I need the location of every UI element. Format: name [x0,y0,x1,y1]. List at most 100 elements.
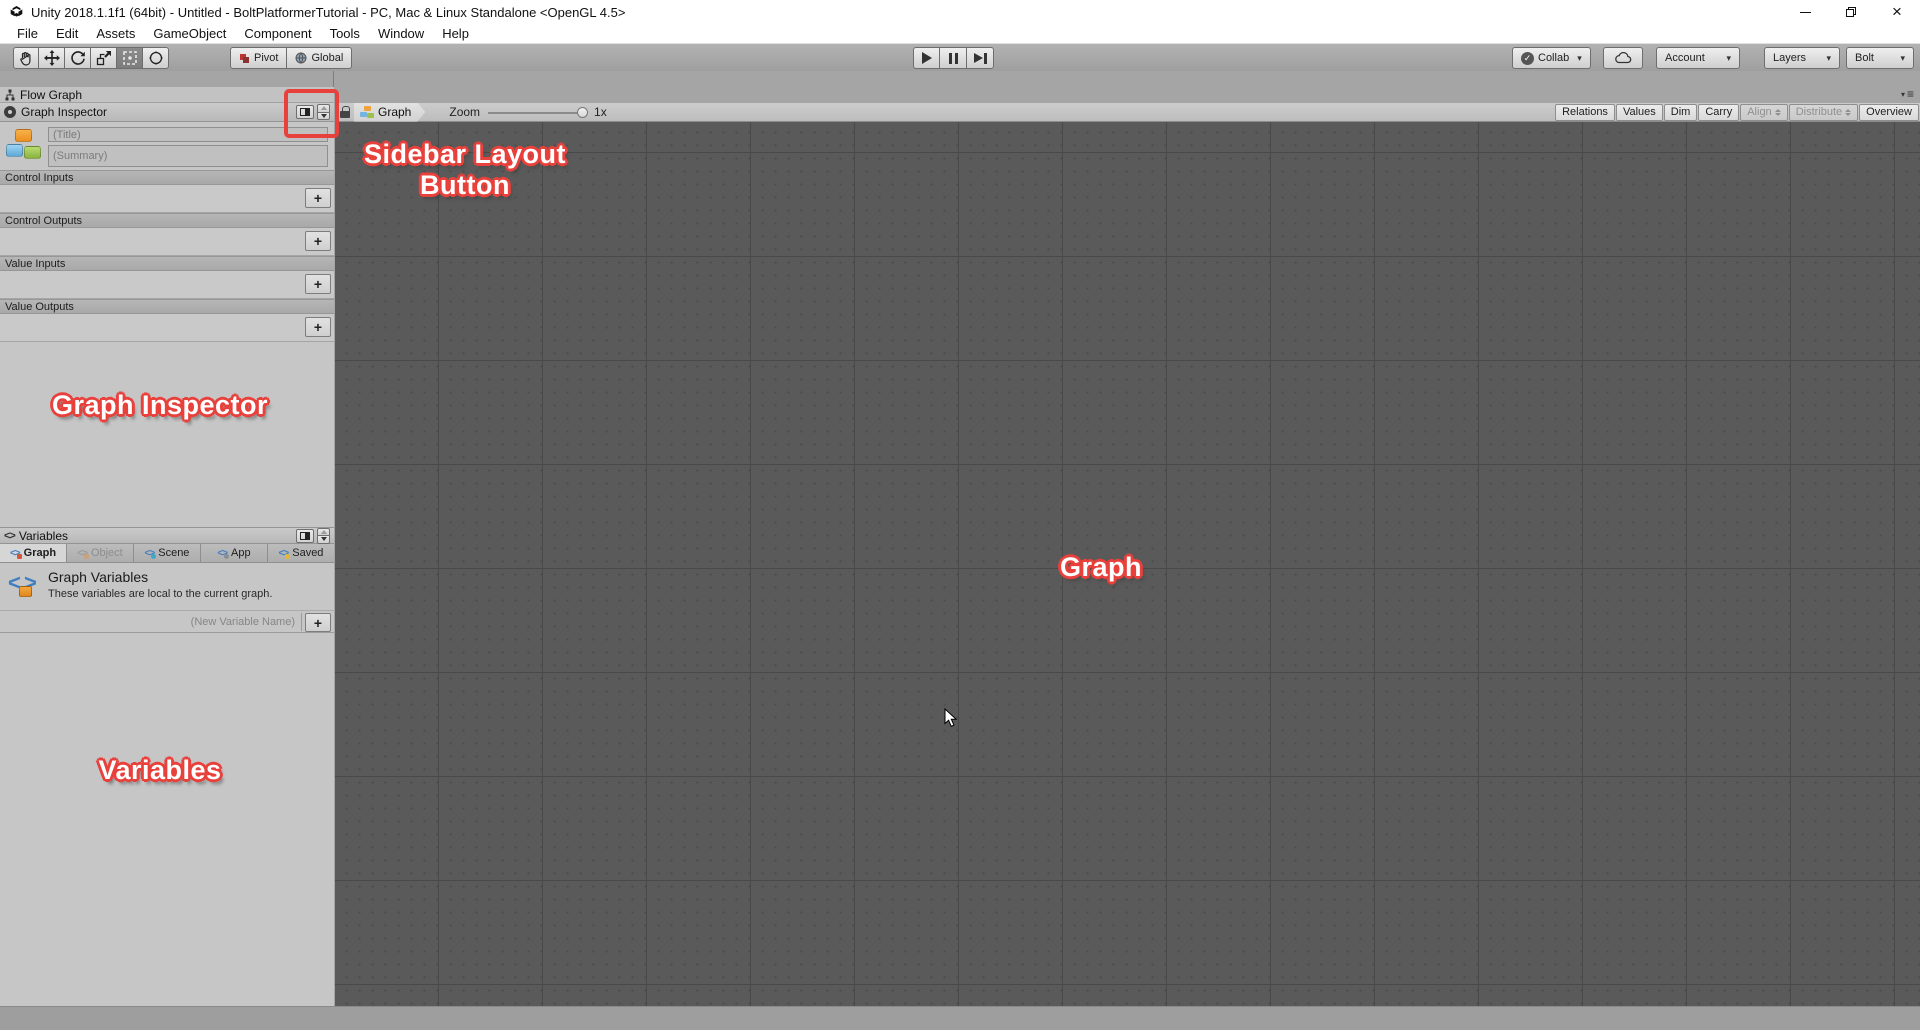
tab-object-variables: <> Object [67,544,134,562]
collab-label: Collab [1538,52,1570,64]
unity-logo-icon [10,5,23,17]
graph-variables-tab-icon: <> [9,547,22,559]
menu-help[interactable]: Help [433,24,478,43]
menu-assets[interactable]: Assets [87,24,144,43]
sidebar: Flow Graph Graph Inspector Control Input [0,71,334,1006]
relations-button[interactable]: Relations [1555,103,1615,121]
minimize-button[interactable] [1782,0,1828,24]
menu-file[interactable]: File [8,24,47,43]
layers-caret-icon: ▾ [1826,52,1831,63]
flow-graph-asset-icon [5,128,43,164]
value-inputs-row: + [0,271,334,299]
graph-pane: ▾ ≡ Graph Zoom 1x Relations Values Dim C… [335,71,1920,1006]
collab-caret-icon: ▾ [1577,52,1582,63]
pivot-toggle-button[interactable]: Pivot [230,47,288,69]
cloud-icon [1615,52,1632,64]
align-updown-icon [1774,108,1781,116]
step-button[interactable] [967,47,994,69]
graph-variables-info-desc: These variables are local to the current… [48,588,273,600]
scale-tool-button[interactable] [91,47,117,69]
zoom-slider-track [488,111,581,114]
restore-button[interactable] [1828,0,1874,24]
move-icon [43,50,60,66]
zoom-label: Zoom [449,105,481,119]
restore-icon [1846,7,1856,17]
mouse-cursor [944,708,958,727]
pause-button[interactable] [940,47,967,69]
breadcrumb-graph[interactable]: Graph [354,103,425,122]
flow-graph-icon [5,89,15,100]
rotate-icon [70,51,85,65]
rotate-tool-button[interactable] [65,47,91,69]
graph-toolbar: Graph Zoom 1x Relations Values Dim Carry… [335,103,1920,122]
transform-tool-button[interactable] [143,47,169,69]
zoom-slider[interactable] [488,103,589,122]
values-button[interactable]: Values [1615,103,1663,121]
menu-tools[interactable]: Tools [321,24,369,43]
hand-icon [20,51,31,66]
pivot-icon [240,53,249,63]
graph-summary-input[interactable] [48,145,328,167]
tab-app-variables[interactable]: <> App [201,544,268,562]
add-value-output-button[interactable]: + [305,317,331,337]
annotation-box-sidebar-layout [284,89,339,138]
variables-spinner-up-icon[interactable] [317,527,330,535]
menu-edit[interactable]: Edit [47,24,87,43]
scale-icon [96,51,111,66]
breadcrumb-graph-icon [360,106,374,119]
hand-tool-button[interactable] [13,47,39,69]
zoom-slider-knob[interactable] [577,106,589,118]
carry-button[interactable]: Carry [1698,103,1740,121]
tab-saved-variables[interactable]: <> Saved [268,544,334,562]
close-button[interactable]: × [1874,0,1920,24]
add-variable-button[interactable]: + [305,613,331,632]
add-control-input-button[interactable]: + [305,188,331,208]
menu-window[interactable]: Window [369,24,433,43]
lock-icon[interactable] [340,106,350,118]
title-bar: Unity 2018.1.1f1 (64bit) - Untitled - Bo… [0,0,1920,24]
menu-bar: File Edit Assets GameObject Component To… [0,24,1920,44]
workspace: Flow Graph Graph Inspector Control Input [0,71,1920,1006]
menu-gameobject[interactable]: GameObject [144,24,235,43]
variables-layout-button[interactable] [296,528,314,543]
overview-button[interactable]: Overview [1859,103,1919,121]
rect-tool-icon [122,51,137,65]
dim-button[interactable]: Dim [1663,103,1698,121]
layers-dropdown[interactable]: Layers ▾ [1764,47,1840,69]
play-button[interactable] [913,47,940,69]
distribute-updown-icon [1845,108,1852,116]
control-outputs-row: + [0,228,334,256]
global-label: Global [311,52,344,64]
add-value-input-button[interactable]: + [305,274,331,294]
variables-spinner-down-icon[interactable] [317,535,330,544]
rect-tool-button[interactable] [117,47,143,69]
graph-inspector-title: Graph Inspector [21,105,108,119]
object-variables-tab-icon: <> [77,547,89,559]
annotation-variables: Variables [98,755,222,785]
pause-icon [948,52,958,64]
status-bar [0,1006,1920,1030]
new-variable-name-input[interactable] [0,613,302,631]
step-icon [973,52,987,64]
main-toolbar: Pivot Global ✓ Collab ▾ Account ▾ Layers… [0,44,1920,71]
app-variables-tab-icon: <> [217,547,230,559]
layout-dropdown[interactable]: Bolt ▾ [1846,47,1914,69]
account-dropdown[interactable]: Account ▾ [1656,47,1740,69]
scene-variables-tab-icon: <> [144,547,157,559]
tab-graph-variables[interactable]: <> Graph [0,544,67,562]
tab-scene-variables[interactable]: <> Scene [134,544,201,562]
close-icon: × [1892,2,1902,21]
global-toggle-button[interactable]: Global [287,47,353,69]
graph-inspector-icon [4,106,16,118]
section-value-inputs: Value Inputs [0,256,334,271]
add-control-output-button[interactable]: + [305,231,331,251]
menu-component[interactable]: Component [235,24,320,43]
cloud-button[interactable] [1603,47,1643,69]
collab-dropdown[interactable]: ✓ Collab ▾ [1512,47,1591,69]
pane-menu-button[interactable]: ▾ ≡ [1901,88,1914,100]
variables-layout-icon [300,531,310,540]
graph-variables-icon: < > [8,570,37,597]
variables-reorder-spinner[interactable] [317,527,330,544]
section-control-outputs: Control Outputs [0,213,334,228]
move-tool-button[interactable] [39,47,65,69]
